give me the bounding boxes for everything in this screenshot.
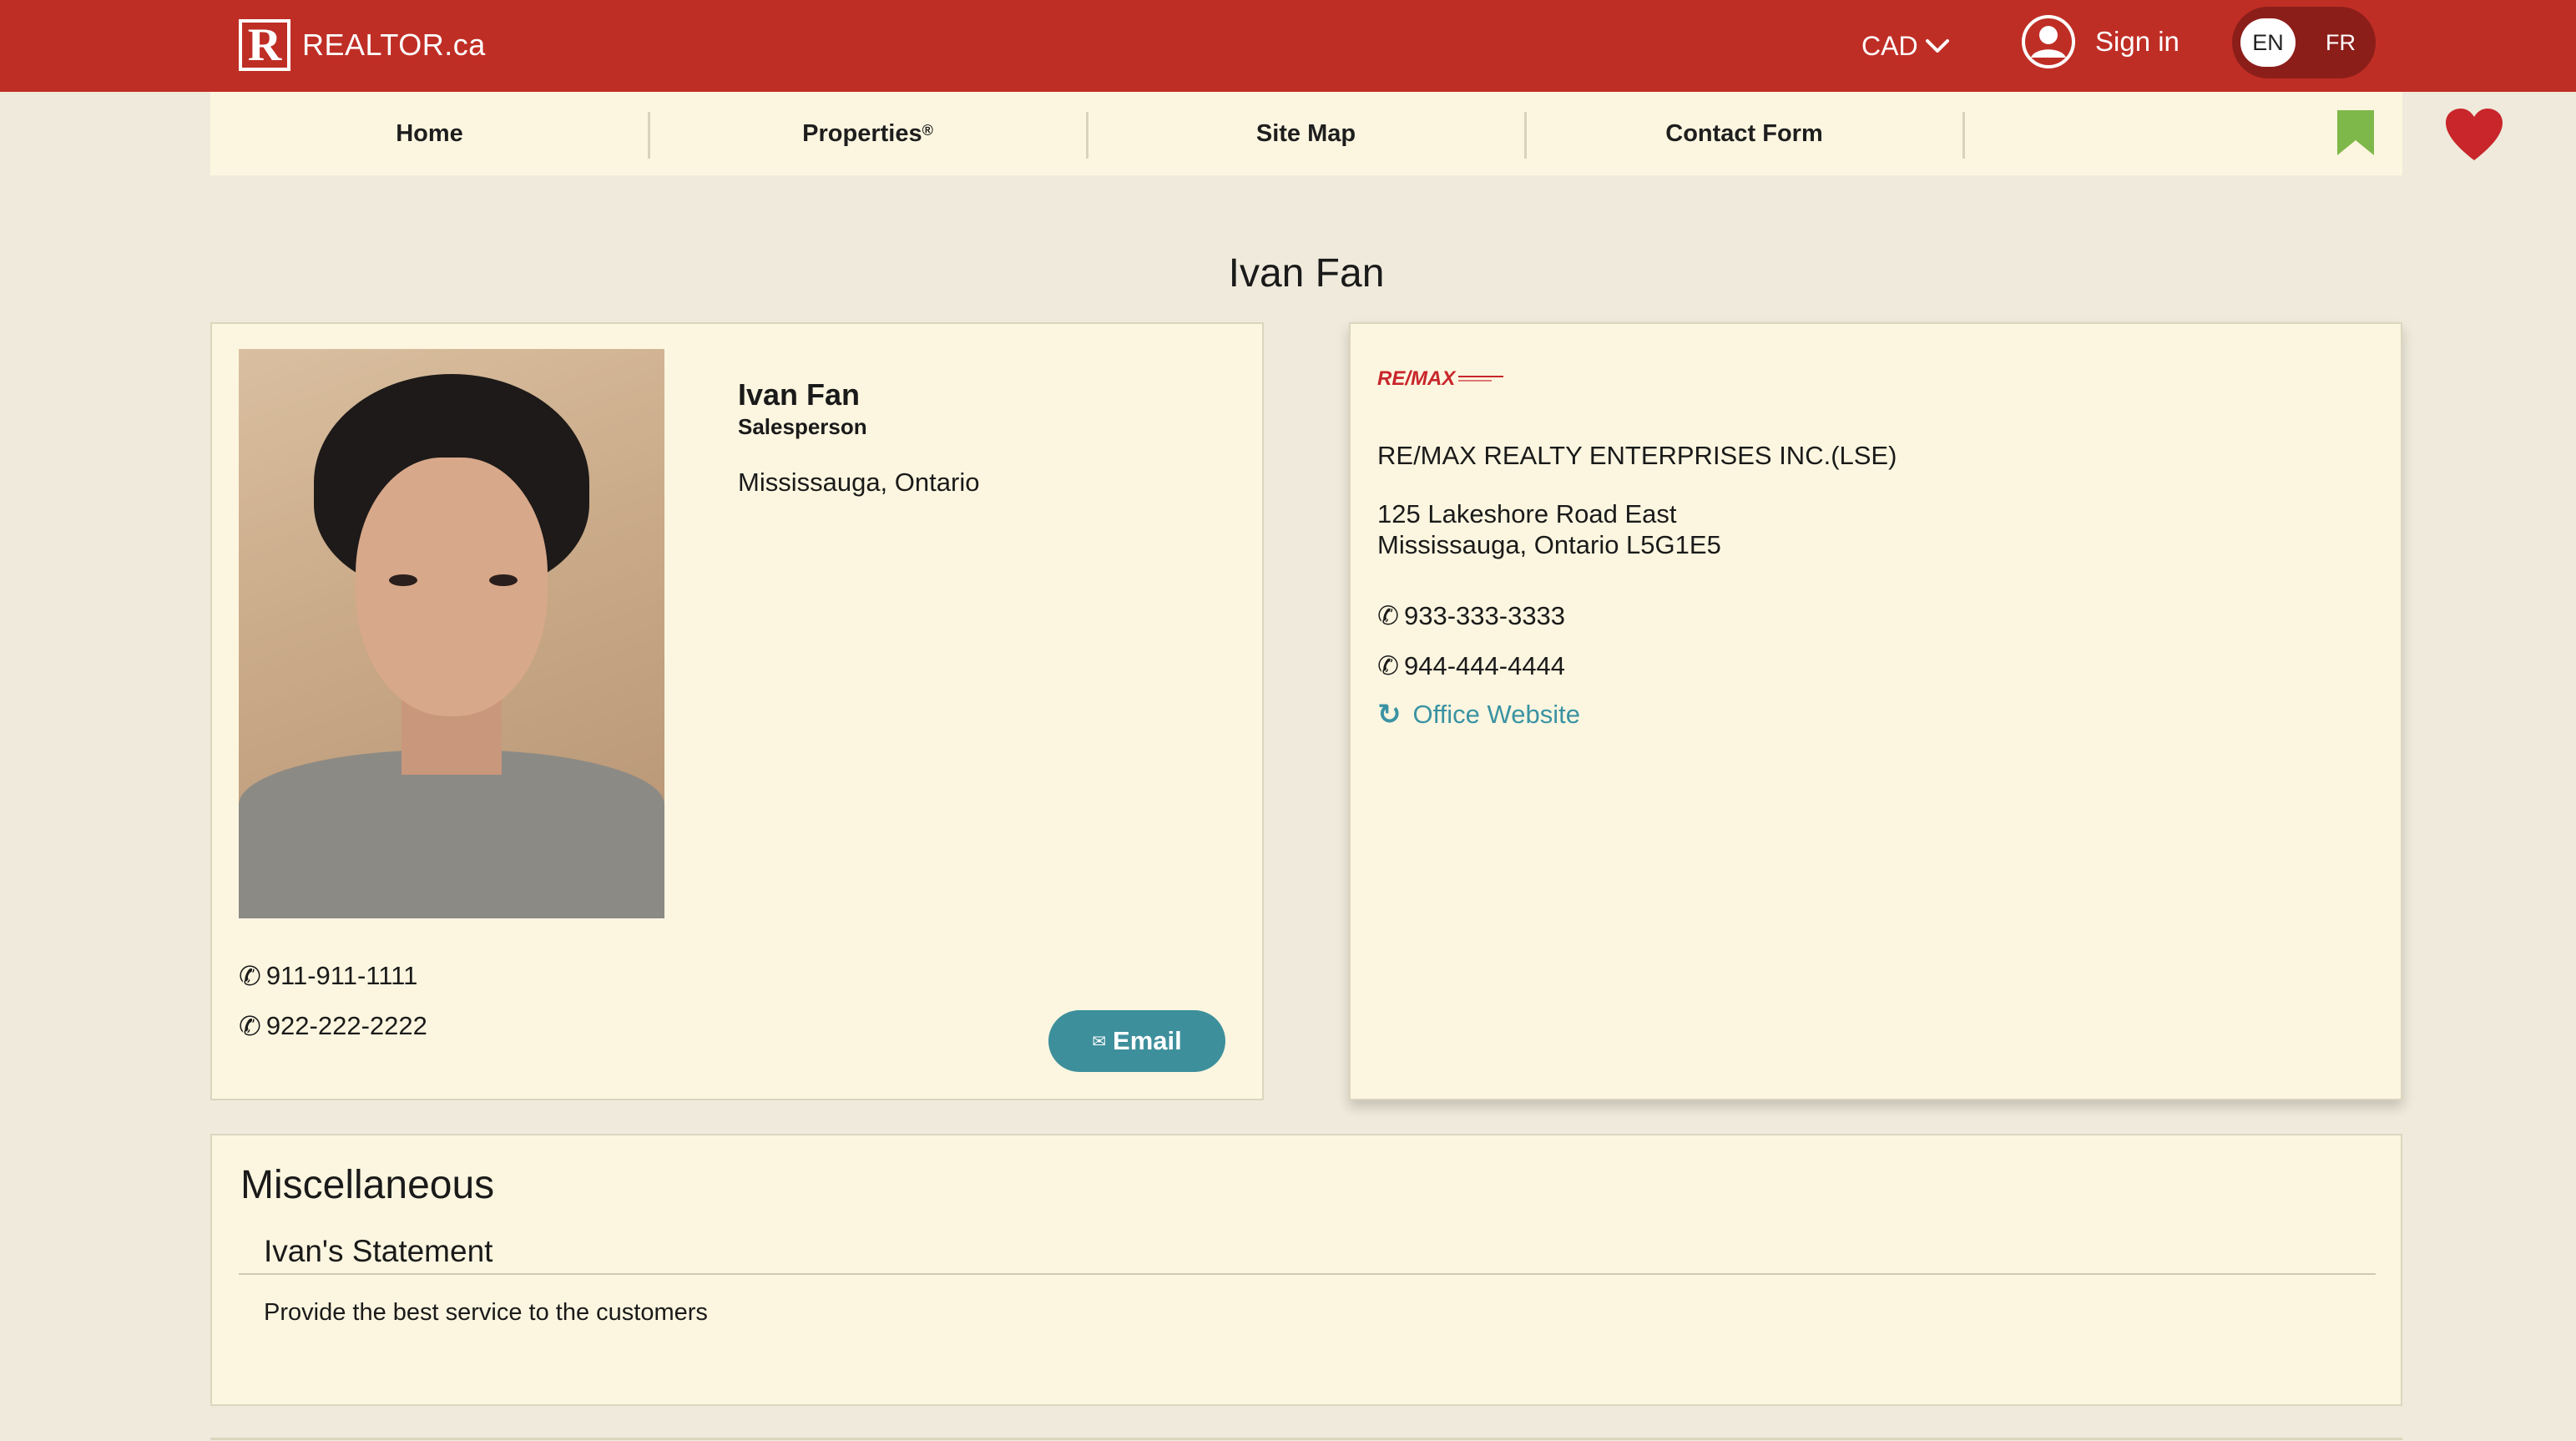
agent-location: Mississauga, Ontario: [738, 468, 980, 497]
nav-site-map-label: Site Map: [1255, 119, 1356, 147]
photo-face: [356, 458, 548, 716]
phone-icon: ✆: [1377, 651, 1399, 680]
office-website-label: Office Website: [1412, 700, 1580, 729]
section-divider: [239, 1273, 2376, 1275]
misc-title: Miscellaneous: [240, 1163, 495, 1207]
sign-in-button[interactable]: Sign in: [2020, 12, 2179, 72]
currency-label: CAD: [1861, 30, 1918, 61]
agent-name: Ivan Fan: [738, 377, 861, 412]
agent-phone-1[interactable]: ✆ 911-911-1111: [239, 960, 417, 992]
office-phone-2[interactable]: ✆ 944-444-4444: [1377, 651, 1565, 681]
nav-properties-label: Properties: [802, 119, 922, 147]
phone-icon: ✆: [239, 961, 261, 991]
agent-phone-number: 922-222-2222: [265, 1011, 427, 1040]
registered-mark: ®: [922, 121, 933, 139]
phone-icon: ✆: [1377, 601, 1399, 630]
bookmark-icon[interactable]: [2336, 109, 2376, 157]
nav-contact-form-label: Contact Form: [1665, 119, 1823, 147]
office-phone-number: 933-333-3333: [1403, 601, 1566, 630]
statement-text: Provide the best service to the customer…: [264, 1299, 708, 1326]
statement-heading: Ivan's Statement: [264, 1234, 493, 1268]
website-icon: ↻: [1377, 699, 1402, 731]
brokerage-logo-text: RE/MAX: [1377, 367, 1456, 390]
brokerage-logo-mark: [1458, 376, 1504, 382]
nav-site-map[interactable]: Site Map: [1087, 92, 1525, 175]
office-address-line1: 125 Lakeshore Road East: [1377, 499, 1677, 528]
heart-icon[interactable]: [2444, 107, 2504, 162]
nav-home[interactable]: Home: [210, 92, 649, 175]
photo-shirt: [239, 750, 664, 918]
lang-fr-option[interactable]: FR: [2316, 18, 2366, 67]
email-button-label: Email: [1113, 1026, 1182, 1055]
mail-icon: ✉: [1092, 1032, 1107, 1051]
agent-card: Ivan Fan Salesperson Mississauga, Ontari…: [210, 322, 1264, 1100]
sign-in-label: Sign in: [2095, 26, 2179, 57]
agent-phone-2[interactable]: ✆ 922-222-2222: [239, 1010, 427, 1042]
logo-mark-letter: R: [242, 22, 287, 68]
office-address-line2: Mississauga, Ontario L5G1E5: [1377, 530, 1721, 559]
logo-text: REALTOR.ca: [302, 28, 486, 62]
nav-divider: [1962, 112, 1965, 159]
office-name: RE/MAX REALTY ENTERPRISES INC.(LSE): [1377, 441, 1897, 470]
agent-photo: [239, 349, 664, 918]
nav-home-label: Home: [396, 119, 463, 147]
currency-selector[interactable]: CAD: [1861, 25, 1950, 67]
page-title: Ivan Fan: [1228, 251, 1385, 296]
agent-role: Salesperson: [738, 414, 867, 439]
nav-contact-form[interactable]: Contact Form: [1525, 92, 1963, 175]
photo-eye: [389, 574, 417, 586]
realtor-logo[interactable]: R REALTOR.ca: [239, 18, 486, 72]
brokerage-logo: RE/MAX: [1377, 367, 1504, 391]
user-avatar-icon: [2022, 15, 2075, 68]
phone-icon: ✆: [239, 1011, 261, 1041]
chevron-down-icon: [1925, 39, 1949, 53]
main-nav: Home Properties ® Site Map Contact Form: [210, 92, 2503, 175]
email-button[interactable]: ✉ Email: [1048, 1010, 1225, 1072]
office-website-link[interactable]: ↻ Office Website: [1377, 698, 1580, 731]
office-phone-1[interactable]: ✆ 933-333-3333: [1377, 601, 1565, 631]
bottom-divider: [210, 1438, 2402, 1440]
language-toggle[interactable]: EN FR: [2232, 7, 2376, 78]
photo-eye: [489, 574, 518, 586]
agent-phone-number: 911-911-1111: [265, 961, 418, 990]
nav-properties[interactable]: Properties ®: [649, 92, 1087, 175]
office-card: RE/MAX RE/MAX REALTY ENTERPRISES INC.(LS…: [1349, 322, 2402, 1100]
lang-en-option[interactable]: EN: [2240, 18, 2296, 67]
top-header: R REALTOR.ca CAD Sign in EN FR: [0, 0, 2576, 92]
office-phone-number: 944-444-4444: [1403, 651, 1566, 680]
logo-mark-icon: R: [239, 19, 290, 71]
miscellaneous-section: Miscellaneous Ivan's Statement Provide t…: [210, 1134, 2402, 1406]
